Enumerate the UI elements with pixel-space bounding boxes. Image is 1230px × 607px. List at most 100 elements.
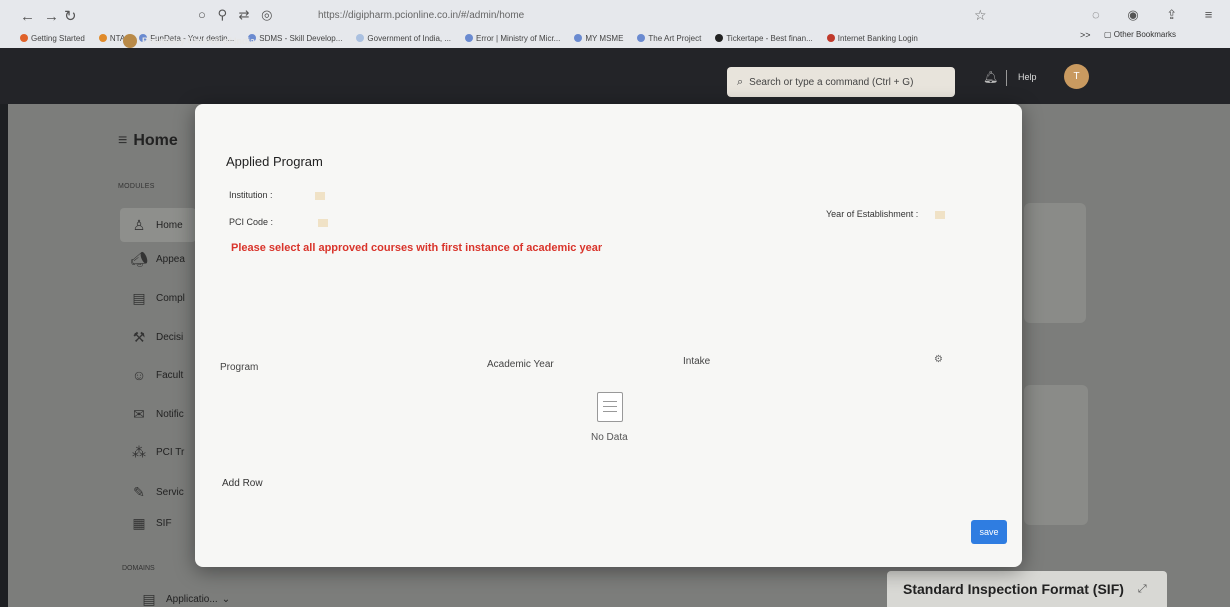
bookmark-item[interactable]: The Art Project <box>637 34 701 43</box>
faculty-icon: ☺ <box>131 367 147 383</box>
bookmark-item[interactable]: SDMS - Skill Develop... <box>248 34 342 43</box>
application-icon: ▤ <box>142 590 156 607</box>
column-header-intake: Intake <box>683 356 711 367</box>
bookmark-label: Getting Started <box>31 33 85 43</box>
bookmark-favicon-icon <box>637 34 646 42</box>
sidebar-item-label: Compl <box>156 292 185 304</box>
applied-program-modal: Applied Program Institution : PCI Code :… <box>195 104 1022 567</box>
gavel-icon: ⚒ <box>132 328 146 345</box>
bookmark-item[interactable]: Error | Ministry of Micr... <box>465 34 560 43</box>
nav-row: ← → ↻ ○ ⚲ ⇄ ◎ https://digipharm.pcionlin… <box>0 6 1230 28</box>
brand-name: Pharmacy Council of India <box>142 36 256 46</box>
address-bar[interactable]: https://digipharm.pcionline.co.in/#/admi… <box>318 10 524 21</box>
document-icon: ▤ <box>132 289 146 306</box>
add-row-button[interactable]: Add Row <box>222 478 263 489</box>
bookmark-label: MY MSME <box>585 33 624 43</box>
warning-message: Please select all approved courses with … <box>231 242 603 254</box>
notification-icon: ✉ <box>133 405 145 422</box>
sidebar-item-compl[interactable]: ▤ Compl <box>128 285 185 311</box>
year-label: Year of Establishment : <box>826 209 919 219</box>
search-icon: ⌕ <box>737 75 744 88</box>
sidebar-item-notific[interactable]: ✉ Notific <box>128 401 184 427</box>
sidebar-item-servic[interactable]: ✎ Servic <box>128 479 184 505</box>
institution-label: Institution : <box>229 190 273 200</box>
bookmark-favicon-icon <box>574 34 583 42</box>
column-header-program: Program <box>220 362 259 373</box>
address-bar-icons: ○ ⚲ ⇄ ◎ <box>198 7 277 22</box>
app-header <box>0 48 1230 104</box>
sidebar-item-pci-tr[interactable]: ⁂ PCI Tr <box>128 439 184 465</box>
header-divider <box>1006 70 1007 86</box>
person-icon: ♙ <box>132 216 146 233</box>
gear-icon[interactable]: ⚙ <box>934 354 943 365</box>
more-bookmarks-button[interactable]: >> <box>1080 30 1091 40</box>
bookmark-favicon-icon <box>20 34 28 42</box>
sidebar-item-home[interactable]: ♙ Home <box>120 208 196 242</box>
avatar[interactable]: T <box>1064 64 1089 89</box>
page-title-text: Home <box>133 132 178 149</box>
other-bookmarks-folder[interactable]: ▢ Other Bookmarks <box>1104 30 1176 39</box>
sidebar-domain-label: Applicatio... <box>166 593 218 605</box>
other-bookmarks-label: Other Bookmarks <box>1113 30 1177 39</box>
empty-document-icon <box>597 392 623 422</box>
bookmark-label: Error | Ministry of Micr... <box>476 33 561 43</box>
sidebar-domain-item[interactable]: ▤ Applicatio... ⌄ <box>138 586 230 607</box>
hamburger-icon[interactable]: ≡ <box>118 132 127 149</box>
modal-title: Applied Program <box>226 154 323 169</box>
pci-code-label: PCI Code : <box>229 217 274 227</box>
sidebar-item-label: Notific <box>156 408 184 420</box>
sif-panel-title: Standard Inspection Format (SIF) <box>903 581 1124 597</box>
column-header-academic-year: Academic Year <box>487 359 554 370</box>
bookmark-favicon-icon <box>98 34 107 42</box>
sidebar-item-appea[interactable]: 📣︎ Appea <box>128 246 185 272</box>
sidebar-item-label: Servic <box>156 486 184 498</box>
expand-icon[interactable]: ⤢ <box>1138 583 1147 596</box>
save-button[interactable]: save <box>971 520 1007 544</box>
bookmark-label: Tickertape - Best finan... <box>726 33 813 43</box>
empty-state-text: No Data <box>591 432 628 443</box>
back-icon[interactable]: ← <box>20 6 35 28</box>
bookmark-item[interactable]: Getting Started <box>20 34 85 43</box>
bookmark-label: Internet Banking Login <box>837 33 918 43</box>
bookmark-star-icon[interactable]: ☆ <box>974 7 987 24</box>
bookmark-label: Government of India, ... <box>367 33 452 43</box>
institution-field: Institution : <box>229 190 326 200</box>
sidebar-item-label: SIF <box>156 517 172 529</box>
sidebar-item-decisi[interactable]: ⚒ Decisi <box>128 324 184 350</box>
page-title: ≡ Home <box>118 132 178 150</box>
institution-value <box>315 191 326 200</box>
megaphone-icon: 📣︎ <box>130 250 148 267</box>
command-search-input[interactable]: ⌕ Search or type a command (Ctrl + G) <box>727 67 955 97</box>
bookmark-label: SDMS - Skill Develop... <box>259 33 343 43</box>
bookmark-item[interactable]: Tickertape - Best finan... <box>715 33 813 43</box>
bookmark-favicon-icon <box>715 34 724 42</box>
sidebar-item-sif[interactable]: ▦ SIF <box>128 510 172 536</box>
help-link[interactable]: Help <box>1018 72 1037 82</box>
network-icon: ⁂ <box>132 443 146 460</box>
sif-icon: ▦ <box>132 514 146 531</box>
bookmark-favicon-icon <box>826 34 835 42</box>
bookmark-item[interactable]: Government of India, ... <box>356 34 451 43</box>
bookmark-item[interactable]: NTA <box>98 34 125 43</box>
reload-icon[interactable]: ↻ <box>64 6 77 28</box>
background-card <box>1024 203 1086 323</box>
sidebar-item-label: Facult <box>156 369 184 381</box>
chevron-down-icon: ⌄ <box>221 593 231 605</box>
bookmark-label: The Art Project <box>648 33 702 43</box>
background-card <box>1024 385 1088 525</box>
domains-label: DOMAINS <box>122 565 155 572</box>
sidebar-item-facult[interactable]: ☺ Facult <box>128 362 183 388</box>
sidebar-item-label: Appea <box>156 253 185 265</box>
extension-icons[interactable]: ◌ ◉ ⇪ ≡ <box>1092 7 1224 23</box>
bell-icon[interactable]: 🔔︎ <box>983 70 998 84</box>
bookmark-item[interactable]: MY MSME <box>574 34 623 43</box>
sif-minimized-panel[interactable]: Standard Inspection Format (SIF) ⤢ <box>887 571 1167 607</box>
modules-label: MODULES <box>118 183 155 190</box>
forward-icon[interactable]: → <box>44 6 59 28</box>
pci-logo-icon <box>123 34 137 48</box>
bookmark-favicon-icon <box>356 34 365 42</box>
year-value <box>934 210 945 219</box>
bookmark-item[interactable]: Internet Banking Login <box>826 33 918 43</box>
sidebar-item-label: Home <box>156 219 183 231</box>
service-icon: ✎ <box>133 483 145 500</box>
